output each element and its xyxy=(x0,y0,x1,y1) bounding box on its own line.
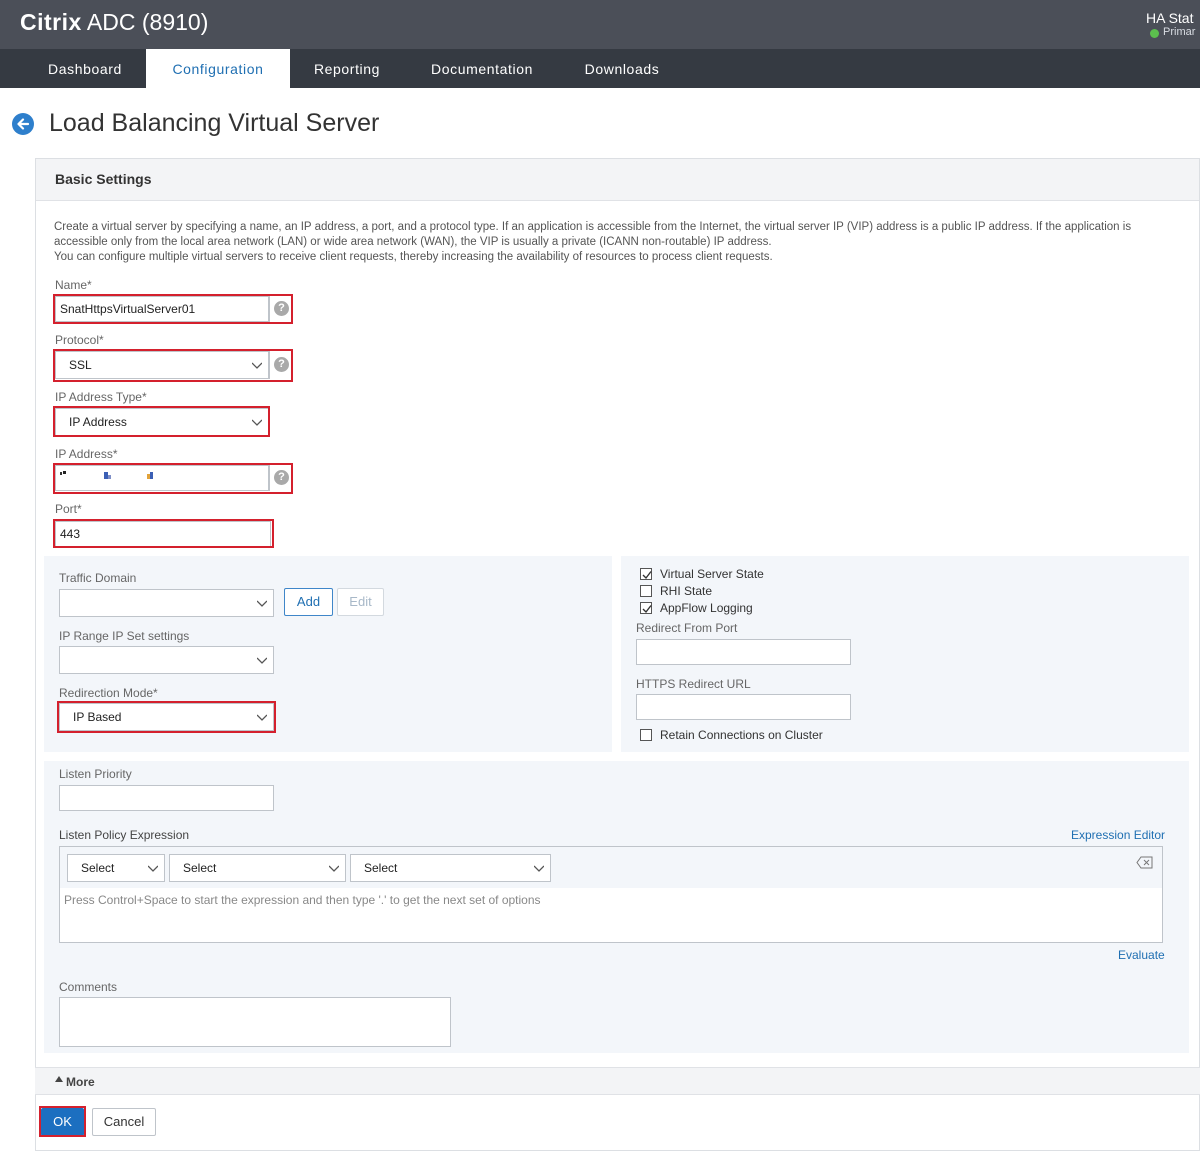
panel-description: Create a virtual server by specifying a … xyxy=(54,220,1174,265)
chevron-down-icon xyxy=(257,600,267,607)
expression-editor-link[interactable]: Expression Editor xyxy=(1071,828,1165,842)
protocol-label: Protocol* xyxy=(55,333,104,347)
listen-policy-label: Listen Policy Expression xyxy=(59,828,190,842)
panel-header: Basic Settings xyxy=(36,159,1199,201)
port-label: Port* xyxy=(55,502,82,516)
appflow-logging-label: AppFlow Logging xyxy=(660,601,753,615)
cancel-button[interactable]: Cancel xyxy=(92,1108,156,1136)
brand-model: ADC (8910) xyxy=(81,9,209,35)
expression-select-2[interactable]: Select xyxy=(169,854,346,882)
retain-connections-checkbox[interactable] xyxy=(640,729,652,741)
help-divider xyxy=(269,465,270,491)
clear-expression-icon[interactable] xyxy=(1136,856,1154,869)
add-traffic-domain-button[interactable]: Add xyxy=(284,588,333,616)
tab-configuration[interactable]: Configuration xyxy=(146,49,290,88)
tab-documentation[interactable]: Documentation xyxy=(404,49,560,88)
comments-textarea[interactable] xyxy=(59,997,451,1047)
name-label: Name* xyxy=(55,278,92,292)
expression-select-3[interactable]: Select xyxy=(350,854,551,882)
expression-hint: Press Control+Space to start the express… xyxy=(64,893,541,907)
listen-priority-input[interactable] xyxy=(59,785,274,811)
redirection-mode-label: Redirection Mode* xyxy=(59,686,158,700)
expression-select-1[interactable]: Select xyxy=(67,854,165,882)
ip-type-value: IP Address xyxy=(69,415,127,429)
expression-select-2-value: Select xyxy=(183,861,217,875)
redirect-from-port-label: Redirect From Port xyxy=(636,621,738,635)
tab-dashboard[interactable]: Dashboard xyxy=(24,49,146,88)
app-header: Citrix ADC (8910) HA Stat Primar xyxy=(0,0,1200,49)
chevron-down-icon xyxy=(329,865,339,872)
back-arrow-icon[interactable] xyxy=(12,113,34,135)
brand-name: Citrix xyxy=(20,9,82,35)
rhi-state-label: RHI State xyxy=(660,584,713,598)
comments-label: Comments xyxy=(59,980,118,994)
checkmark-icon xyxy=(642,605,652,614)
main-nav: Dashboard Configuration Reporting Docume… xyxy=(0,49,1200,88)
description-line-2: You can configure multiple virtual serve… xyxy=(54,251,773,263)
help-divider xyxy=(269,351,270,379)
name-input[interactable]: SnatHttpsVirtualServer01 xyxy=(55,296,269,322)
page-title: Load Balancing Virtual Server xyxy=(49,109,380,137)
appflow-logging-checkbox[interactable] xyxy=(640,602,652,614)
checkmark-icon xyxy=(642,571,652,580)
virtual-server-state-label: Virtual Server State xyxy=(660,567,764,581)
ha-status: Primar xyxy=(1150,26,1195,38)
ip-type-label: IP Address Type* xyxy=(55,390,147,404)
retain-connections-label: Retain Connections on Cluster xyxy=(660,728,823,742)
more-label: More xyxy=(66,1075,95,1089)
ha-status-title: HA Stat xyxy=(1146,10,1194,26)
listen-priority-label: Listen Priority xyxy=(59,767,132,781)
ok-button[interactable]: OK xyxy=(41,1108,84,1136)
traffic-domain-label: Traffic Domain xyxy=(59,571,137,585)
description-line-1: Create a virtual server by specifying a … xyxy=(54,221,1132,248)
port-input[interactable]: 443 xyxy=(55,521,271,547)
ip-range-select[interactable] xyxy=(59,646,274,674)
virtual-server-state-checkbox[interactable] xyxy=(640,568,652,580)
ip-address-help-icon[interactable]: ? xyxy=(274,470,289,485)
tab-downloads[interactable]: Downloads xyxy=(560,49,684,88)
edit-traffic-domain-button[interactable]: Edit xyxy=(337,588,384,616)
chevron-down-icon xyxy=(534,865,544,872)
redirect-from-port-input[interactable] xyxy=(636,639,851,665)
chevron-down-icon xyxy=(257,714,267,721)
name-help-icon[interactable]: ? xyxy=(274,301,289,316)
redirection-mode-select[interactable]: IP Based xyxy=(59,703,274,731)
ip-address-label: IP Address* xyxy=(55,447,118,461)
expression-select-3-value: Select xyxy=(364,861,398,875)
ip-address-input[interactable] xyxy=(55,465,269,491)
evaluate-link[interactable]: Evaluate xyxy=(1118,948,1165,962)
caret-up-icon xyxy=(55,1076,63,1082)
chevron-down-icon xyxy=(257,657,267,664)
expression-select-1-value: Select xyxy=(81,861,115,875)
ip-range-label: IP Range IP Set settings xyxy=(59,629,190,643)
protocol-value: SSL xyxy=(69,358,92,372)
more-toggle[interactable]: More xyxy=(35,1067,1200,1095)
traffic-domain-select[interactable] xyxy=(59,589,274,617)
ha-status-text: Primar xyxy=(1163,26,1196,38)
https-redirect-url-label: HTTPS Redirect URL xyxy=(636,677,751,691)
rhi-state-checkbox[interactable] xyxy=(640,585,652,597)
ip-type-select[interactable]: IP Address xyxy=(55,408,269,436)
https-redirect-url-input[interactable] xyxy=(636,694,851,720)
status-dot-icon xyxy=(1150,29,1159,38)
help-divider xyxy=(269,296,270,322)
chevron-down-icon xyxy=(252,419,262,426)
chevron-down-icon xyxy=(252,362,262,369)
app-brand: Citrix ADC (8910) xyxy=(20,9,208,36)
redirection-mode-value: IP Based xyxy=(73,710,122,724)
panel-heading: Basic Settings xyxy=(55,171,152,187)
protocol-select[interactable]: SSL xyxy=(55,351,269,379)
tab-reporting[interactable]: Reporting xyxy=(290,49,404,88)
protocol-help-icon[interactable]: ? xyxy=(274,357,289,372)
chevron-down-icon xyxy=(148,865,158,872)
